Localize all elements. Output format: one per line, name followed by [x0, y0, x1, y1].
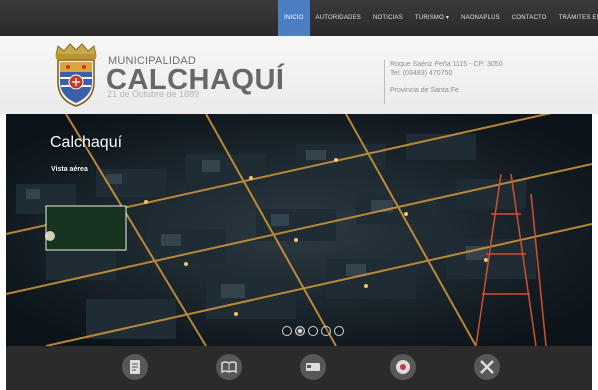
slider-dot[interactable]: [321, 326, 331, 336]
top-navbar: Inicio Autoridades Noticias Turismo ▾ Na…: [0, 0, 598, 36]
bed-icon[interactable]: [300, 354, 326, 380]
menu-item-turismo[interactable]: Turismo ▾: [409, 0, 455, 36]
book-icon[interactable]: [216, 354, 242, 380]
slider-dot[interactable]: [282, 326, 292, 336]
main-menu: Inicio Autoridades Noticias Turismo ▾ Na…: [278, 0, 598, 36]
slider-dot[interactable]: [334, 326, 344, 336]
tools-icon[interactable]: [474, 354, 500, 380]
coat-of-arms-logo[interactable]: [50, 42, 102, 108]
menu-item-inicio[interactable]: Inicio: [278, 0, 310, 36]
slider-dot-active[interactable]: [295, 326, 305, 336]
contact-info: Roque Saénz Peña 1115 - CP: 3050 Tel: (0…: [384, 60, 503, 104]
menu-item-naonaplus[interactable]: Naonaplus: [455, 0, 506, 36]
contact-phone: Tel: (03483) 470750: [390, 70, 453, 77]
contact-address: Roque Saénz Peña 1115 - CP: 3050: [390, 61, 503, 68]
brand-founding-date: 21 de Octubre de 1889: [107, 89, 200, 99]
menu-item-tramites[interactable]: Trámites en línea ▾: [553, 0, 598, 36]
menu-item-contacto[interactable]: Contacto: [506, 0, 553, 36]
hero-subtitle: Vista aérea: [51, 166, 88, 173]
slider-pagination: [282, 326, 344, 336]
quick-access-bar: [6, 346, 592, 390]
hero-slider: Calchaquí Vista aérea: [6, 114, 592, 346]
menu-item-noticias[interactable]: Noticias: [367, 0, 409, 36]
hero-title: Calchaquí: [50, 134, 123, 151]
slider-dot[interactable]: [308, 326, 318, 336]
document-icon[interactable]: [122, 354, 148, 380]
contact-province: Provincia de Santa Fe: [390, 87, 459, 94]
disc-icon[interactable]: [390, 354, 416, 380]
page: Inicio Autoridades Noticias Turismo ▾ Na…: [0, 0, 598, 390]
menu-item-autoridades[interactable]: Autoridades: [310, 0, 367, 36]
